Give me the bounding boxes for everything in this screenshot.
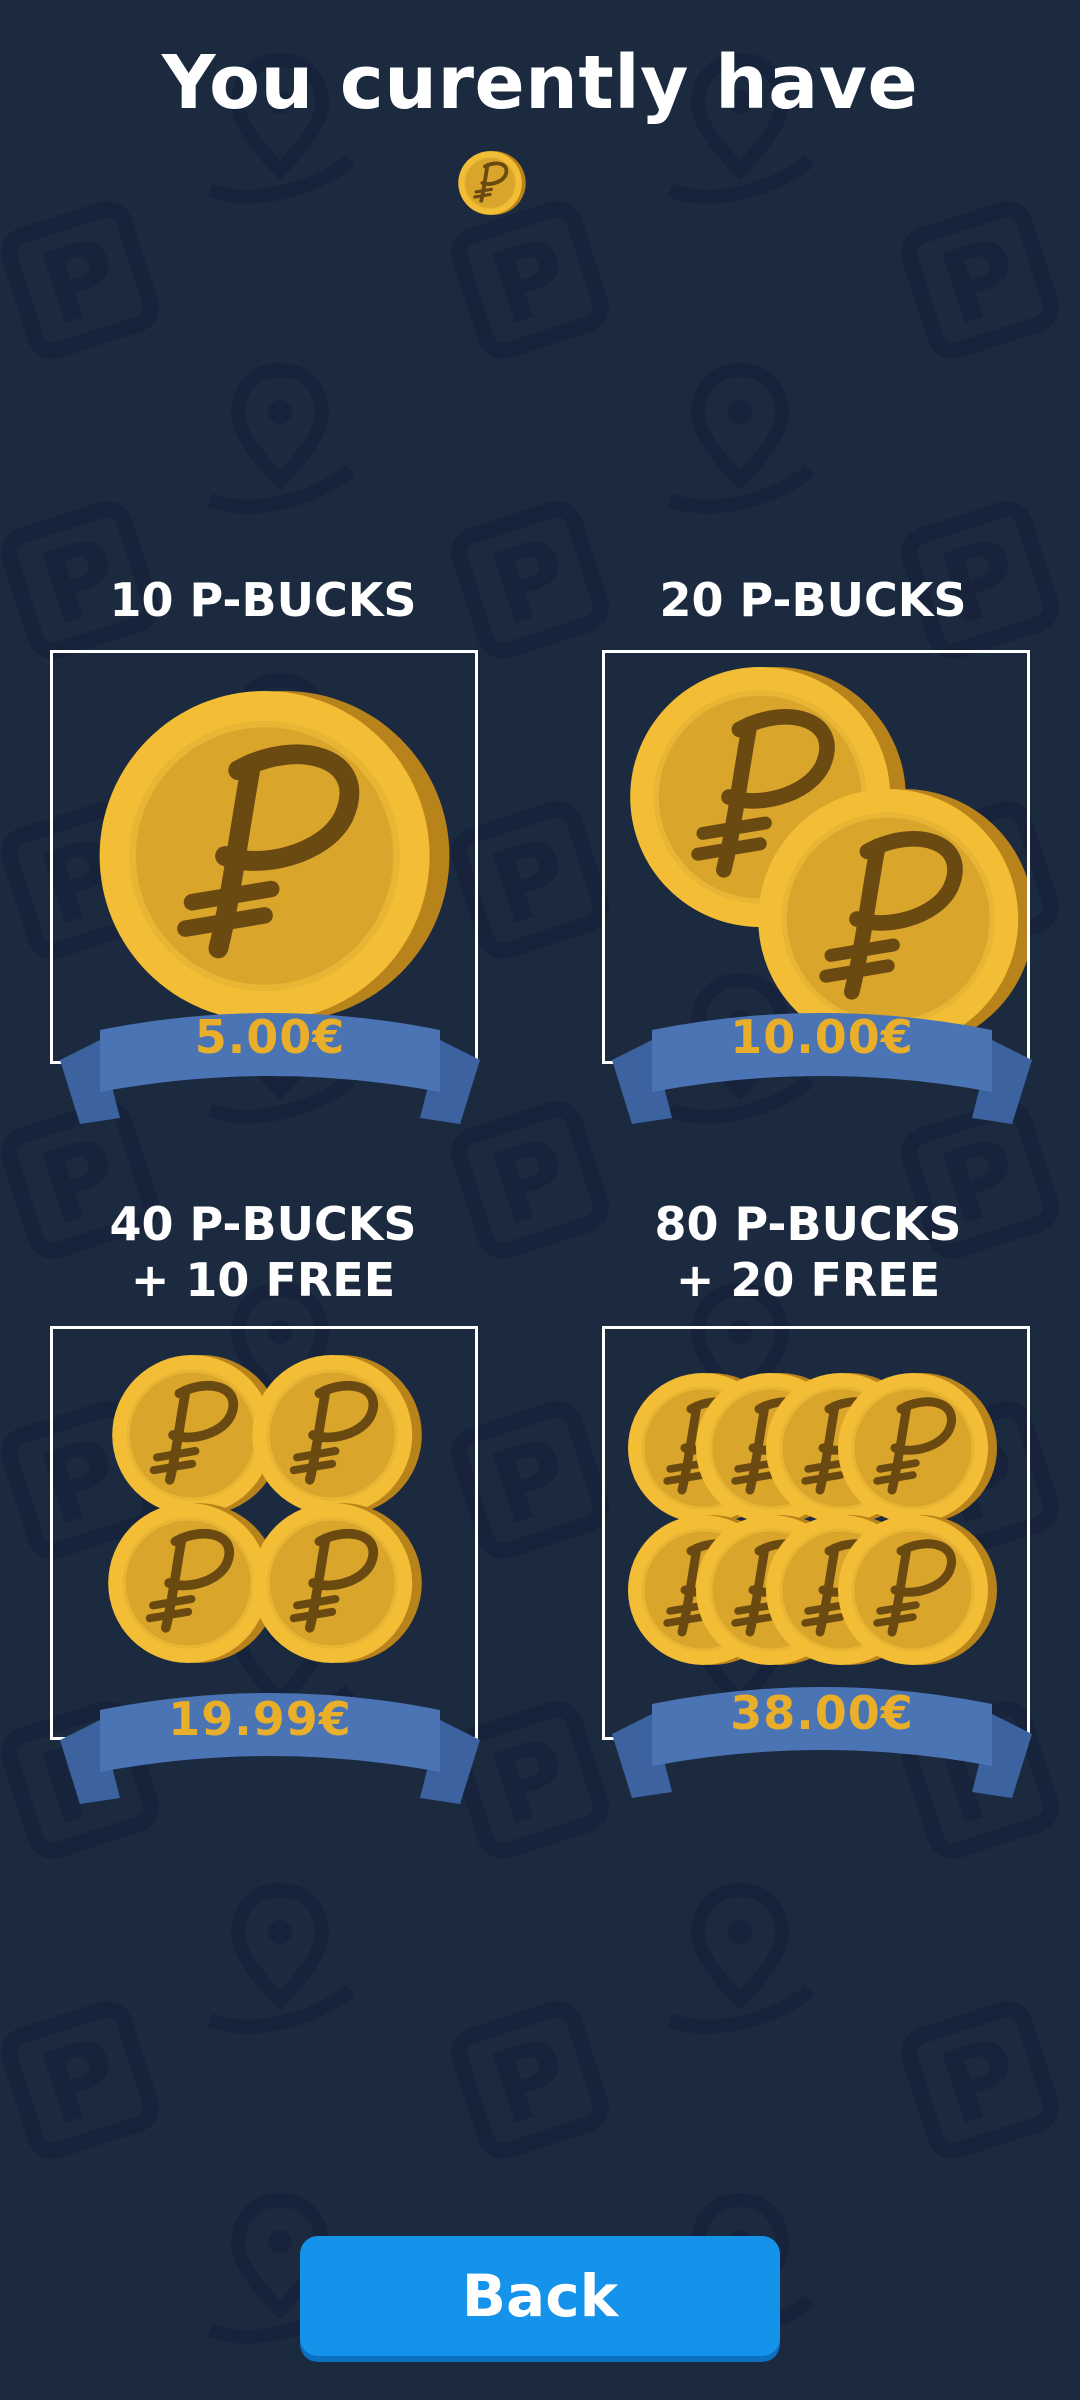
price-label: 19.99€ — [168, 1692, 352, 1746]
offer-title-line: 10 P-BUCKS — [109, 573, 417, 627]
coin-stack-icon — [53, 1329, 475, 1737]
price-label: 38.00€ — [730, 1686, 914, 1740]
offer-title-bonus: + 10 FREE — [130, 1253, 396, 1307]
price-label: 10.00€ — [730, 1010, 914, 1064]
offer-title-40: 40 P-BUCKS + 10 FREE — [23, 1196, 503, 1308]
offer-title-10: 10 P-BUCKS — [23, 572, 503, 628]
offer-card-40-pbucks[interactable] — [50, 1326, 478, 1740]
back-button[interactable]: Back — [300, 2236, 780, 2356]
offer-title-20: 20 P-BUCKS — [573, 572, 1053, 628]
offer-title-line: 20 P-BUCKS — [659, 573, 967, 627]
offer-title-80: 80 P-BUCKS + 20 FREE — [568, 1196, 1048, 1308]
offer-title-line: 40 P-BUCKS — [109, 1197, 417, 1251]
price-label: 5.00€ — [194, 1010, 346, 1064]
coin-icon — [457, 149, 527, 217]
offer-title-line: 80 P-BUCKS — [654, 1197, 962, 1251]
offer-title-bonus: + 20 FREE — [675, 1253, 941, 1307]
page-title: You curently have — [161, 40, 919, 126]
